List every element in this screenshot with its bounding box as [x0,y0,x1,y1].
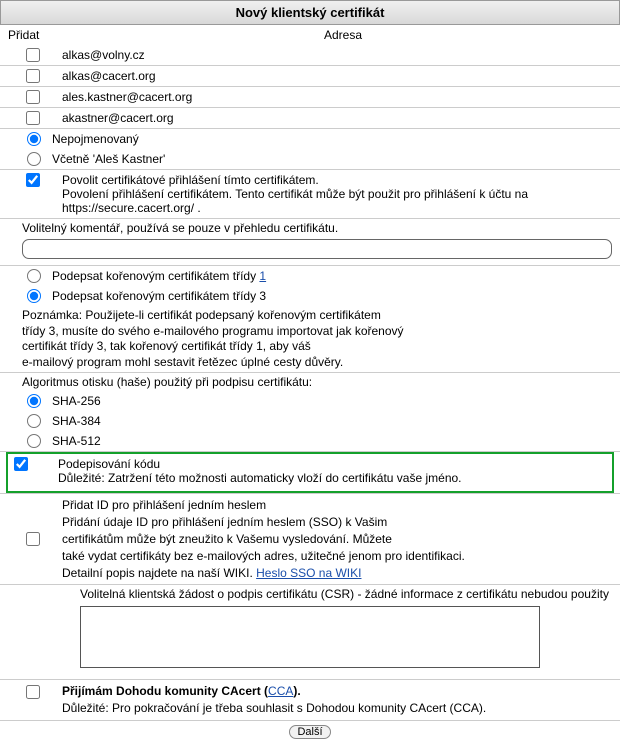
column-headers: Přidat Adresa [0,25,620,45]
email-row-2: ales.kastner@cacert.org [0,87,620,107]
email-row-0: alkas@volny.cz [0,45,620,65]
label-sign-class3: Podepsat kořenovým certifikátem třídy 3 [48,289,612,303]
codesigning-label: Podepisování kódu Důležité: Zatržení tét… [58,457,462,485]
codesigning-row: Podepisování kódu Důležité: Zatržení tét… [6,452,614,493]
codesign-line2: Důležité: Zatržení této možnosti automat… [58,471,462,485]
csr-textarea[interactable] [80,606,540,668]
header-address: Adresa [74,28,612,42]
sso-label: Přidat ID pro přihlášení jedním heslem P… [58,497,612,581]
sign-class1-row: Podepsat kořenovým certifikátem třídy 1 [0,266,620,286]
sign-note-3: certifikát třídy 3, tak kořenový certifi… [22,339,612,355]
label-sha512: SHA-512 [48,434,612,448]
agree-label: Přijímám Dohodu komunity CAcert (CCA). D… [58,683,612,717]
email-checkbox-3[interactable] [26,111,40,125]
sso-checkbox[interactable] [26,532,40,546]
sign-note: Poznámka: Použijete-li certifikát podeps… [0,306,620,372]
sso-line4: také vydat certifikáty bez e-mailových a… [62,548,612,565]
codesign-line1: Podepisování kódu [58,457,462,471]
allow-login-checkbox[interactable] [26,173,40,187]
email-label-2: ales.kastner@cacert.org [58,90,612,104]
label-sha384: SHA-384 [48,414,612,428]
hash-sha512-row: SHA-512 [0,431,620,451]
sso-line2: Přidání údaje ID pro přihlášení jedním h… [62,514,612,531]
codesigning-checkbox[interactable] [14,457,28,471]
label-unnamed: Nepojmenovaný [48,132,612,146]
sign-class3-row: Podepsat kořenovým certifikátem třídy 3 [0,286,620,306]
sso-line3: certifikátům může být zneužito k Vašemu … [62,531,612,548]
radio-sign-class1[interactable] [27,269,41,283]
label-including-name: Včetně 'Aleš Kastner' [48,152,612,166]
comment-label: Volitelný komentář, používá se pouze v p… [0,219,620,237]
sign-note-4: e-mailový program mohl sestavit řetězec … [22,355,612,371]
email-row-3: akastner@cacert.org [0,108,620,128]
allow-login-row: Povolit certifikátové přihlášení tímto c… [0,170,620,218]
email-checkbox-0[interactable] [26,48,40,62]
agree-line2: Důležité: Pro pokračování je třeba souhl… [62,700,612,717]
agree-line1b: ). [293,684,300,698]
email-checkbox-2[interactable] [26,90,40,104]
radio-sha512[interactable] [27,434,41,448]
radio-sha256[interactable] [27,394,41,408]
sso-line1: Přidat ID pro přihlášení jedním heslem [62,497,612,514]
sign-note-2: třídy 3, musíte do svého e-mailového pro… [22,324,612,340]
csr-label: Volitelná klientská žádost o podpis cert… [0,585,620,603]
label-sha256: SHA-256 [48,394,612,408]
sign-class1-link[interactable]: 1 [259,269,266,283]
name-option-including-row: Včetně 'Aleš Kastner' [0,149,620,169]
agree-checkbox[interactable] [26,685,40,699]
allow-login-line1: Povolit certifikátové přihlášení tímto c… [62,173,612,187]
header-add: Přidat [8,28,74,42]
email-label-3: akastner@cacert.org [58,111,612,125]
email-label-0: alkas@volny.cz [58,48,612,62]
agree-row: Přijímám Dohodu komunity CAcert (CCA). D… [0,680,620,720]
email-label-1: alkas@cacert.org [58,69,612,83]
comment-input[interactable] [22,239,612,259]
sign-class1-text: Podepsat kořenovým certifikátem třídy [52,269,259,283]
radio-unnamed[interactable] [27,132,41,146]
hash-label: Algoritmus otisku (haše) použitý při pod… [0,373,620,391]
email-row-1: alkas@cacert.org [0,66,620,86]
radio-sha384[interactable] [27,414,41,428]
allow-login-line2: Povolení přihlášení certifikátem. Tento … [62,187,612,215]
email-checkbox-1[interactable] [26,69,40,83]
sso-wiki-link[interactable]: Heslo SSO na WIKI [256,566,361,580]
comment-input-row [0,237,620,261]
radio-including-name[interactable] [27,152,41,166]
hash-sha256-row: SHA-256 [0,391,620,411]
submit-row: Další [0,720,620,745]
cca-link[interactable]: CCA [268,684,293,698]
agree-line1a: Přijímám Dohodu komunity CAcert ( [62,684,268,698]
radio-sign-class3[interactable] [27,289,41,303]
next-button[interactable]: Další [289,725,330,739]
form-title: Nový klientský certifikát [0,0,620,25]
allow-login-label: Povolit certifikátové přihlášení tímto c… [58,173,612,215]
sso-row: Přidat ID pro přihlášení jedním heslem P… [0,494,620,584]
sign-note-1: Poznámka: Použijete-li certifikát podeps… [22,308,612,324]
name-option-unnamed-row: Nepojmenovaný [0,129,620,149]
label-sign-class1: Podepsat kořenovým certifikátem třídy 1 [48,269,612,283]
csr-area [0,603,620,679]
hash-sha384-row: SHA-384 [0,411,620,431]
sso-line5a: Detailní popis najdete na naší WIKI. [62,566,256,580]
